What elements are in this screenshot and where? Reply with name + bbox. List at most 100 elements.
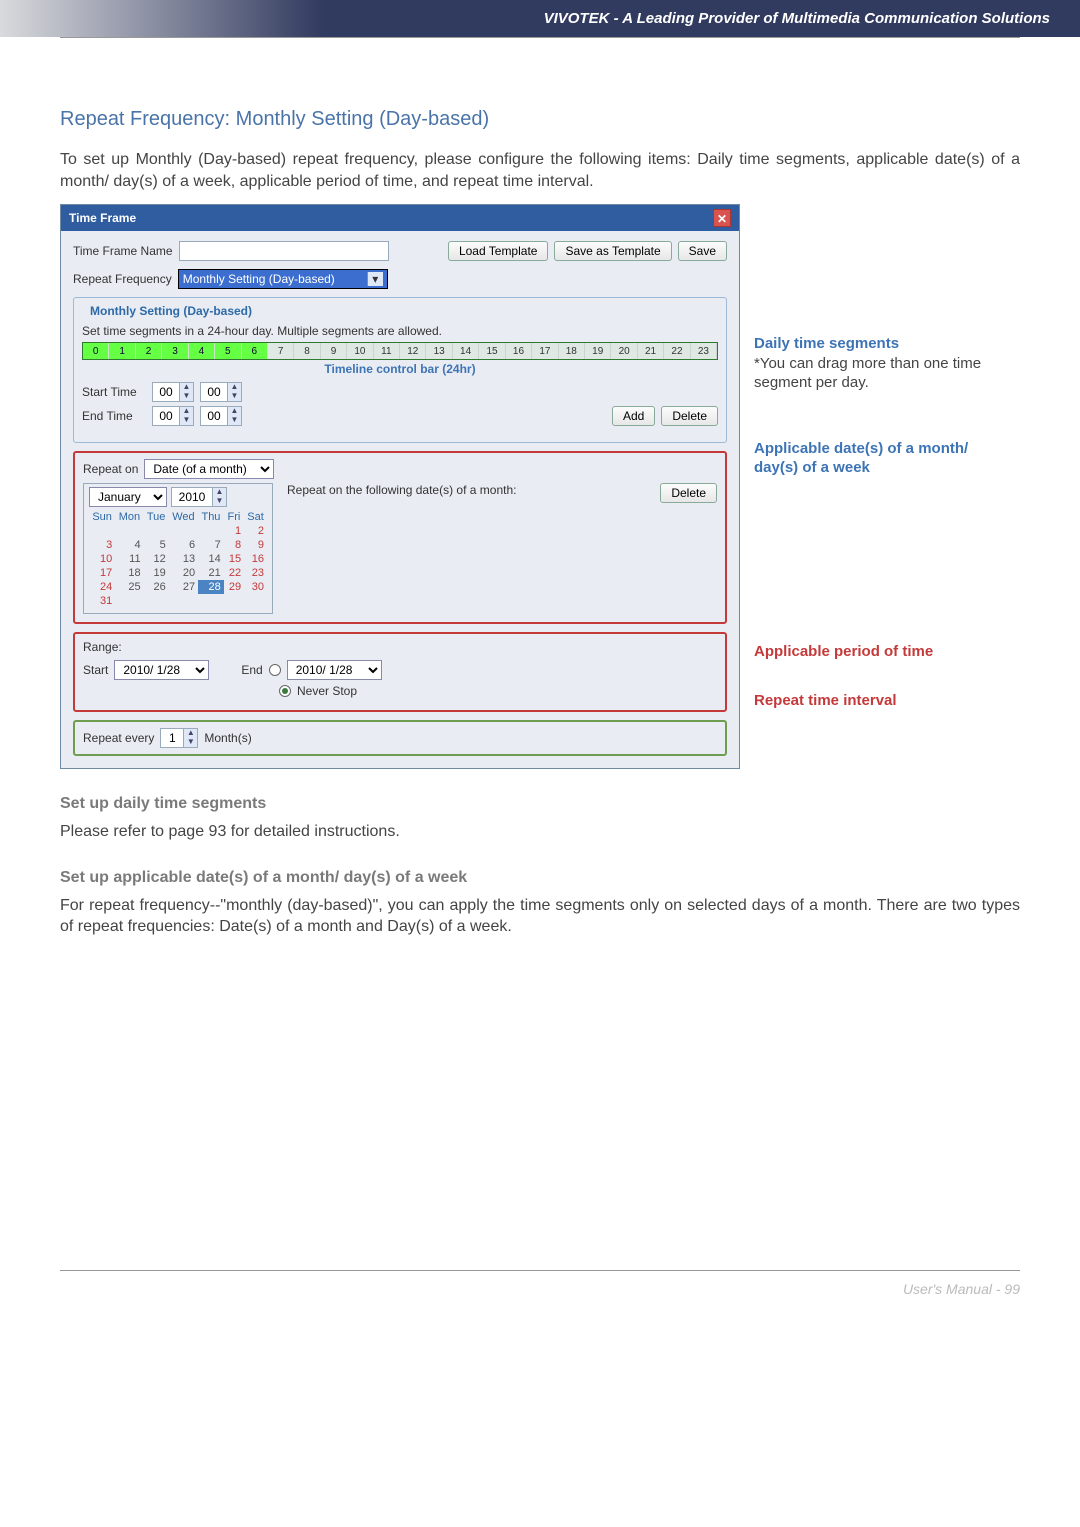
calendar-day[interactable]: 27 bbox=[169, 580, 198, 594]
calendar-day[interactable]: 1 bbox=[224, 524, 244, 538]
save-button[interactable]: Save bbox=[678, 241, 727, 261]
end-hour-spinner[interactable]: ▲▼ bbox=[152, 406, 194, 426]
save-as-template-button[interactable]: Save as Template bbox=[554, 241, 671, 261]
timeline-hour[interactable]: 8 bbox=[294, 343, 320, 359]
calendar-widget[interactable]: January ▲▼ SunMonTueWedThuFriSat12345678… bbox=[83, 483, 273, 614]
calendar-day[interactable] bbox=[169, 594, 198, 608]
calendar-day[interactable]: 15 bbox=[224, 552, 244, 566]
calendar-day[interactable]: 6 bbox=[169, 538, 198, 552]
start-hour-spinner[interactable]: ▲▼ bbox=[152, 382, 194, 402]
calendar-day[interactable]: 31 bbox=[89, 594, 115, 608]
calendar-day[interactable]: 2 bbox=[244, 524, 267, 538]
delete-date-button[interactable]: Delete bbox=[660, 483, 717, 503]
page-footer: User's Manual - 99 bbox=[0, 1281, 1080, 1317]
end-min-spinner[interactable]: ▲▼ bbox=[200, 406, 242, 426]
end-date-radio[interactable] bbox=[269, 664, 281, 676]
timeline-hour[interactable]: 7 bbox=[268, 343, 294, 359]
timeline-hour[interactable]: 2 bbox=[136, 343, 162, 359]
calendar-day[interactable]: 7 bbox=[198, 538, 224, 552]
repeat-on-mode-select[interactable]: Date (of a month) bbox=[144, 459, 274, 479]
calendar-day[interactable] bbox=[244, 594, 267, 608]
timeline-hour[interactable]: 0 bbox=[83, 343, 109, 359]
timeline-hour[interactable]: 19 bbox=[585, 343, 611, 359]
timeline-hour[interactable]: 18 bbox=[559, 343, 585, 359]
repeat-on-note: Repeat on the following date(s) of a mon… bbox=[287, 483, 646, 497]
calendar-day[interactable]: 30 bbox=[244, 580, 267, 594]
calendar-day[interactable]: 18 bbox=[115, 566, 143, 580]
calendar-table[interactable]: SunMonTueWedThuFriSat1234567891011121314… bbox=[89, 510, 267, 608]
calendar-day[interactable]: 22 bbox=[224, 566, 244, 580]
calendar-day[interactable]: 20 bbox=[169, 566, 198, 580]
repeat-on-label: Repeat on bbox=[83, 462, 138, 476]
never-stop-radio[interactable] bbox=[279, 685, 291, 697]
range-end-date[interactable]: 2010/ 1/28 bbox=[287, 660, 382, 680]
timeline-hour[interactable]: 4 bbox=[189, 343, 215, 359]
calendar-day[interactable]: 24 bbox=[89, 580, 115, 594]
timeline-hour[interactable]: 15 bbox=[479, 343, 505, 359]
calendar-day[interactable]: 16 bbox=[244, 552, 267, 566]
calendar-day[interactable] bbox=[224, 594, 244, 608]
calendar-day[interactable] bbox=[144, 594, 169, 608]
repeat-frequency-select[interactable]: Monthly Setting (Day-based) ▾ bbox=[178, 269, 388, 289]
calendar-day[interactable]: 10 bbox=[89, 552, 115, 566]
calendar-day[interactable]: 5 bbox=[144, 538, 169, 552]
close-icon[interactable]: ✕ bbox=[713, 209, 731, 227]
timeline-hour[interactable]: 21 bbox=[638, 343, 664, 359]
calendar-day[interactable]: 26 bbox=[144, 580, 169, 594]
timeline-hour[interactable]: 16 bbox=[506, 343, 532, 359]
timeline-hour[interactable]: 10 bbox=[347, 343, 373, 359]
range-start-date[interactable]: 2010/ 1/28 bbox=[114, 660, 209, 680]
timeline-hour[interactable]: 1 bbox=[109, 343, 135, 359]
calendar-day[interactable] bbox=[144, 524, 169, 538]
time-frame-name-input[interactable] bbox=[179, 241, 389, 261]
timeline-hour[interactable]: 9 bbox=[321, 343, 347, 359]
start-min-spinner[interactable]: ▲▼ bbox=[200, 382, 242, 402]
load-template-button[interactable]: Load Template bbox=[448, 241, 549, 261]
timeline-hour[interactable]: 12 bbox=[400, 343, 426, 359]
delete-segment-button[interactable]: Delete bbox=[661, 406, 718, 426]
divider bbox=[60, 37, 1020, 38]
calendar-day[interactable]: 21 bbox=[198, 566, 224, 580]
timeline-hour[interactable]: 13 bbox=[426, 343, 452, 359]
timeline-hour[interactable]: 11 bbox=[374, 343, 400, 359]
calendar-day[interactable]: 8 bbox=[224, 538, 244, 552]
calendar-day[interactable] bbox=[198, 524, 224, 538]
calendar-day[interactable]: 29 bbox=[224, 580, 244, 594]
add-segment-button[interactable]: Add bbox=[612, 406, 655, 426]
timeline-hour[interactable]: 17 bbox=[532, 343, 558, 359]
timeline-hour[interactable]: 6 bbox=[242, 343, 268, 359]
calendar-day[interactable] bbox=[115, 594, 143, 608]
repeat-every-spinner[interactable]: ▲▼ bbox=[160, 728, 198, 748]
timeline-hour[interactable]: 23 bbox=[691, 343, 717, 359]
calendar-day[interactable]: 3 bbox=[89, 538, 115, 552]
timeline-hour[interactable]: 14 bbox=[453, 343, 479, 359]
calendar-day[interactable]: 28 bbox=[198, 580, 224, 594]
timeline-bar[interactable]: 01234567891011121314151617181920212223 bbox=[82, 342, 718, 360]
timeline-hour[interactable]: 5 bbox=[215, 343, 241, 359]
page-header: VIVOTEK - A Leading Provider of Multimed… bbox=[0, 0, 1080, 37]
end-time-label: End Time bbox=[82, 409, 146, 423]
calendar-day[interactable]: 19 bbox=[144, 566, 169, 580]
calendar-day[interactable] bbox=[89, 524, 115, 538]
calendar-day[interactable]: 13 bbox=[169, 552, 198, 566]
section2-heading: Set up applicable date(s) of a month/ da… bbox=[60, 869, 1020, 887]
calendar-day[interactable]: 14 bbox=[198, 552, 224, 566]
calendar-day[interactable]: 12 bbox=[144, 552, 169, 566]
monthly-instructions: Set time segments in a 24-hour day. Mult… bbox=[82, 324, 718, 338]
calendar-day[interactable]: 9 bbox=[244, 538, 267, 552]
cal-month-select[interactable]: January bbox=[89, 487, 167, 507]
timeline-hour[interactable]: 20 bbox=[611, 343, 637, 359]
calendar-day[interactable]: 11 bbox=[115, 552, 143, 566]
calendar-day[interactable]: 17 bbox=[89, 566, 115, 580]
calendar-day[interactable] bbox=[198, 594, 224, 608]
timeline-hour[interactable]: 22 bbox=[664, 343, 690, 359]
footer-divider bbox=[60, 1270, 1020, 1271]
calendar-day[interactable] bbox=[169, 524, 198, 538]
calendar-day[interactable]: 23 bbox=[244, 566, 267, 580]
calendar-day[interactable] bbox=[115, 524, 143, 538]
calendar-day[interactable]: 4 bbox=[115, 538, 143, 552]
timeline-hour[interactable]: 3 bbox=[162, 343, 188, 359]
range-group: Range: Start 2010/ 1/28 End 2010/ 1/28 N… bbox=[73, 632, 727, 712]
calendar-day[interactable]: 25 bbox=[115, 580, 143, 594]
cal-year-spinner[interactable]: ▲▼ bbox=[171, 487, 227, 507]
